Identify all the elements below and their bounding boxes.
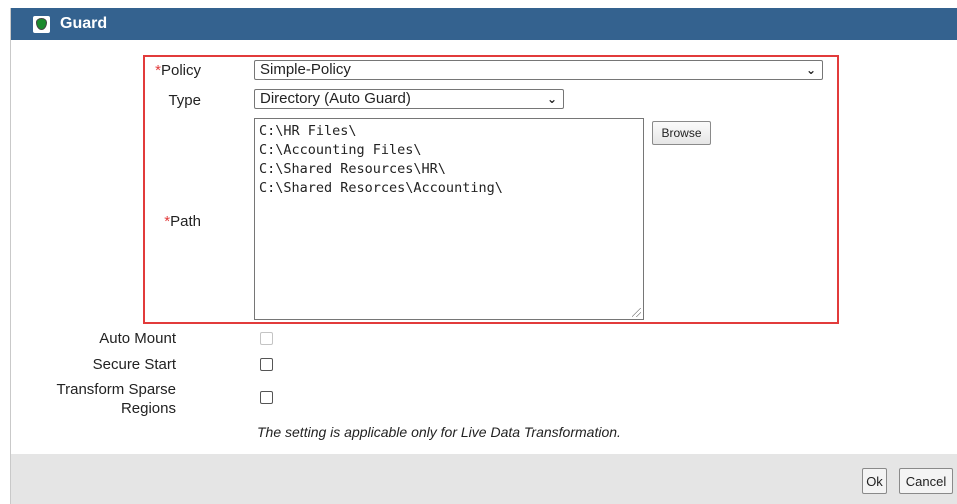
shield-icon xyxy=(33,15,50,33)
type-label: Type xyxy=(168,92,201,109)
policy-label: *Policy xyxy=(155,62,201,79)
auto-mount-label: Auto Mount xyxy=(99,330,176,347)
path-textarea[interactable]: C:\HR Files\ C:\Accounting Files\ C:\Sha… xyxy=(254,118,644,320)
browse-button[interactable]: Browse xyxy=(652,121,711,145)
transform-sparse-checkbox[interactable] xyxy=(260,391,273,404)
path-label: *Path xyxy=(164,213,201,230)
path-line: C:\HR Files\ xyxy=(259,123,357,139)
resize-handle[interactable] xyxy=(632,308,641,317)
auto-mount-checkbox[interactable] xyxy=(260,332,273,345)
path-line: C:\Accounting Files\ xyxy=(259,142,422,158)
path-line: C:\Shared Resources\HR\ xyxy=(259,161,446,177)
path-line: C:\Shared Resorces\Accounting\ xyxy=(259,180,503,196)
cancel-button[interactable]: Cancel xyxy=(899,468,953,494)
transform-sparse-label: Transform Sparse Regions xyxy=(56,381,176,417)
type-select-value: Directory (Auto Guard) xyxy=(260,90,411,107)
dialog-title: Guard xyxy=(60,15,108,32)
guard-dialog: Guard *Policy Simple-Policy ⌄ Type Direc… xyxy=(10,8,957,504)
chevron-down-icon: ⌄ xyxy=(805,63,816,77)
ldt-note: The setting is applicable only for Live … xyxy=(257,424,621,440)
chevron-down-icon: ⌄ xyxy=(546,92,557,106)
policy-select-value: Simple-Policy xyxy=(260,61,351,78)
dialog-titlebar: Guard xyxy=(11,8,957,40)
type-select[interactable]: Directory (Auto Guard) ⌄ xyxy=(254,89,564,109)
dialog-footer: Ok Cancel xyxy=(11,454,957,504)
secure-start-checkbox[interactable] xyxy=(260,358,273,371)
policy-select[interactable]: Simple-Policy ⌄ xyxy=(254,60,823,80)
ok-button[interactable]: Ok xyxy=(862,468,887,494)
secure-start-label: Secure Start xyxy=(92,356,176,373)
